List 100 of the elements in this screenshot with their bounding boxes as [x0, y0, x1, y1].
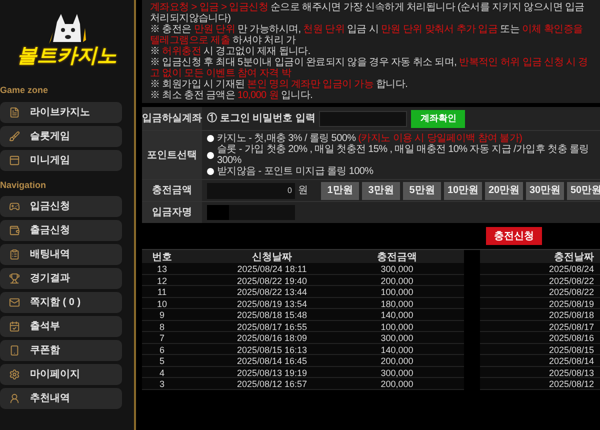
option-label: 슬롯 - 가입 첫충 20% , 매일 첫충전 15% , 매일 매충전 10% 자동 지급 /가입후 첫충 롤링 300% — [217, 144, 590, 166]
unit-text: 원 — [298, 184, 308, 198]
notice-text: ※ 허위충전 시 경고없이 제재 됩니다. — [150, 46, 312, 57]
table-cell: 2025/08/24 18:11 — [237, 264, 307, 274]
radio-button[interactable] — [207, 152, 214, 158]
depositor-field[interactable] — [229, 205, 295, 220]
table-cell-text: 2025/08/22 — [548, 287, 595, 297]
table-cell: 2025/08/17 16:55 — [236, 322, 308, 332]
table-cell: 8 — [159, 322, 164, 332]
table-cell: 200,000 — [380, 356, 414, 366]
submit-button[interactable]: 충전신청 — [486, 227, 542, 245]
table-cell: 13 — [156, 264, 167, 274]
column-header: 신청날짜 — [252, 252, 292, 264]
row-label: 포인트선택 — [142, 131, 202, 179]
table-cell: 4 — [159, 368, 164, 378]
table-cell: 2025/08/22 13:44 — [236, 287, 308, 297]
table-cell: 10 — [156, 298, 167, 308]
trophy-icon — [9, 273, 20, 284]
table-cell-text: 2025/08/12 — [548, 379, 595, 389]
row-label: 충전금액 — [142, 180, 202, 201]
section-title: Game zone — [0, 84, 50, 97]
amount-preset-button[interactable]: 10만원 — [444, 182, 482, 200]
sidebar-item[interactable]: 쿠폰함 — [0, 340, 122, 361]
sidebar-item[interactable]: 출석부 — [0, 316, 122, 337]
calendar-icon — [9, 321, 20, 332]
clipboard-icon — [9, 249, 20, 260]
sidebar-item[interactable]: 입금신청 — [0, 196, 122, 217]
table-cell: 2025/08/14 16:45 — [236, 356, 308, 366]
sidebar-item[interactable]: 쪽지함 ( 0 ) — [0, 292, 122, 313]
gamepad-icon — [9, 201, 20, 212]
panel-icon — [9, 154, 20, 166]
amount-preset-button[interactable]: 5만원 — [403, 182, 441, 200]
table-cell: 2025/08/18 15:48 — [236, 310, 308, 320]
amount-preset-button[interactable]: 1만원 — [321, 182, 359, 200]
amount-preset-button[interactable]: 30만원 — [526, 182, 564, 200]
notice-text: 계좌요청 > 입금 > 입금신청 순으로 해주시면 가장 신속하게 처리됩니다 (순서를 지키지 않으시면 입금처리되지않습니다) — [150, 2, 586, 24]
sidebar-item[interactable]: 경기결과 — [0, 268, 122, 289]
table-cell: 300,000 — [380, 333, 414, 343]
table-cell-text: 2025/08/22 — [548, 276, 595, 286]
table-cell: 2025/08/13 19:19 — [236, 368, 308, 378]
mail-icon — [9, 297, 20, 308]
password-field[interactable] — [319, 110, 408, 126]
section-title: Navigation — [0, 178, 48, 192]
table-cell: 3 — [159, 379, 164, 389]
column-header: 충전금액 — [377, 252, 417, 264]
sidebar-item[interactable]: 슬롯게임 — [0, 126, 122, 146]
sidebar-item[interactable]: 마이페이지 — [0, 364, 122, 385]
logo-text: 볼트카지노 — [17, 46, 117, 66]
dog-mascot-drawing — [47, 12, 87, 46]
table-cell: 100,000 — [380, 287, 414, 297]
notice-text: ※ 회원가입 시 기재된 본인 명의 계좌만 입금이 가능 합니다. — [150, 79, 409, 90]
amount-preset-button[interactable]: 20만원 — [485, 182, 523, 200]
table-cell: 2025/08/16 18:09 — [236, 333, 308, 343]
table-cell: 140,000 — [380, 344, 414, 354]
table-cell-text: 2025/08/17 — [548, 322, 595, 332]
table-cell-text: 2025/08/19 — [548, 298, 595, 308]
document-icon — [9, 106, 20, 118]
column-header: 번호 — [152, 252, 172, 264]
table-cell: 2025/08/22 19:40 — [236, 276, 308, 286]
notice-text: ※ 최소 충전 금액은 10,000 원 입니다. — [150, 90, 314, 101]
table-cell: 300,000 — [380, 264, 414, 274]
phone-icon — [9, 345, 20, 356]
table-cell: 2025/08/15 16:13 — [236, 344, 308, 354]
table-cell: 200,000 — [380, 276, 414, 286]
row-label: 입금하실계좌 — [142, 107, 202, 130]
table-cell-text: 2025/08/18 — [548, 310, 595, 320]
table-cell: 6 — [159, 344, 164, 354]
table-cell-text: 2025/08/24 — [548, 264, 595, 274]
table-cell: 2025/08/12 16:57 — [236, 379, 308, 389]
radio-button[interactable] — [207, 168, 214, 175]
password-prompt: ① 로그인 비밀번호 입력 — [207, 112, 316, 126]
sidebar-item[interactable]: 미니게임 — [0, 150, 122, 170]
wallet-icon — [9, 225, 20, 236]
option-label: 카지노 - 첫,매충 3% / 롤링 500% (카지노 이용 시 당일페이백 참여 불가) — [217, 133, 522, 144]
amount-field[interactable]: 0 — [207, 182, 295, 198]
redaction-block — [207, 205, 229, 220]
radio-button[interactable] — [207, 135, 214, 142]
table-cell: 100,000 — [380, 322, 414, 332]
table-cell: 300,000 — [380, 368, 414, 378]
column-header: 충전날짜 — [554, 252, 595, 264]
sidebar-item[interactable]: 출금신청 — [0, 220, 122, 241]
table-cell-text: 2025/08/16 — [548, 333, 595, 343]
brush-icon — [9, 130, 20, 142]
amount-preset-button[interactable]: 3만원 — [362, 182, 400, 200]
sidebar-item[interactable]: 추천내역 — [0, 388, 122, 409]
table-cell: 9 — [159, 310, 164, 320]
user-icon — [9, 393, 20, 404]
option-label: 받지않음 - 포인트 미지급 롤링 100% — [217, 166, 374, 177]
sidebar-item[interactable]: 배팅내역 — [0, 244, 122, 265]
settings-icon — [9, 369, 20, 380]
table-cell: 12 — [156, 276, 167, 286]
table-cell: 200,000 — [380, 379, 414, 389]
notice-text: ※ 입금신청 후 최대 5분이내 입금이 완료되지 않을 경우 자동 취소 되며, 반복적인 허위 입금 신청 시 경고 없이 모든 이벤트 참여 자격 박 — [150, 57, 589, 79]
row-label: 입금자명 — [142, 202, 202, 223]
table-cell-text: 2025/08/13 — [548, 368, 595, 378]
table-cell: 140,000 — [380, 310, 414, 320]
table-cell-text: 2025/08/14 — [548, 356, 595, 366]
sidebar-item[interactable]: 라이브카지노 — [0, 102, 122, 122]
table-cell: 11 — [157, 287, 167, 297]
table-cell: 180,000 — [380, 298, 414, 308]
